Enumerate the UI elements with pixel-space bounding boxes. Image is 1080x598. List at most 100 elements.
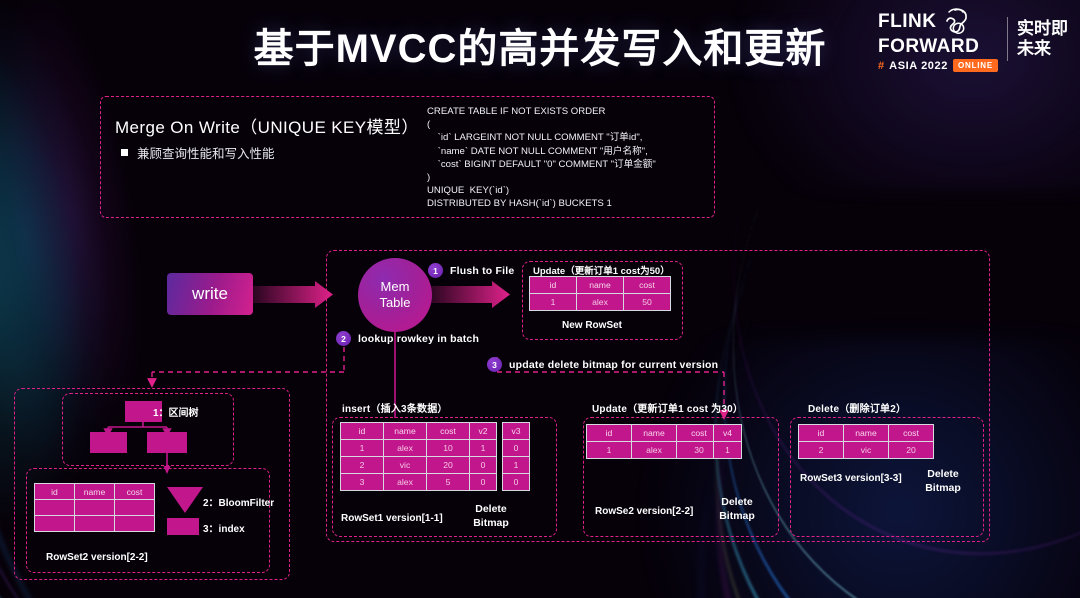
step-1-flush-to-file: 1 Flush to File [428, 263, 514, 278]
insert-block-title: insert（插入3条数据） [342, 404, 448, 415]
delete-rowset-table: id name cost 2 vic 20 [798, 424, 934, 459]
step-1-label: Flush to File [450, 264, 515, 277]
table-header-row: id name cost [529, 276, 671, 294]
merge-on-write-panel: Merge On Write（UNIQUE KEY模型） 兼顾查询性能和写入性能… [100, 96, 715, 218]
table-cell: 3 [340, 473, 384, 491]
bloom-filter-label: 2：BloomFilter [203, 498, 275, 509]
logo-event-row: # ASIA 2022 ONLINE [878, 59, 998, 72]
insert-bitmap-line2: Bitmap [473, 517, 509, 529]
table-header-cell: cost [623, 276, 671, 294]
update-rowset-caption: RowSe2 version[2-2] [595, 506, 694, 517]
bullet-square-icon [121, 149, 128, 156]
insert-bitmap-v2-body: v2 1 0 0 [469, 422, 497, 491]
table-header-cell: v2 [469, 422, 497, 440]
table-header-cell: name [631, 424, 677, 442]
logo-cn-line1: 实时即 [1017, 19, 1068, 38]
index-icon [167, 518, 199, 535]
slide-canvas: 基于MVCC的高并发写入和更新 FLINK FORWARD # ASIA 202… [0, 0, 1080, 598]
squirrel-icon [941, 6, 971, 36]
logo-event-name: ASIA 2022 [889, 59, 948, 72]
interval-tree-label: 1：区间树 [153, 408, 199, 419]
table-header-row: id name cost [340, 422, 470, 440]
step-1-badge: 1 [428, 263, 443, 278]
insert-delete-bitmap-label: Delete Bitmap [463, 502, 519, 530]
update-rowset-row: 1 alex 30 [586, 441, 722, 459]
table-cell: alex [631, 441, 677, 459]
table-header-row: id name cost [798, 424, 934, 442]
table-cell: 0 [469, 456, 497, 474]
insert-bitmap-v2-table: v2 1 0 0 [469, 422, 497, 491]
table-header-cell: name [576, 276, 624, 294]
new-rowset-row: 1 alex 50 [529, 293, 671, 311]
bitmap-row: 0 [502, 439, 530, 457]
bitmap-row: 1 [469, 439, 497, 457]
table-cell [34, 499, 75, 516]
table-cell: 1 [529, 293, 577, 311]
insert-rowset-table: id name cost 1 alex 10 2 vic 20 3 alex 5 [340, 422, 470, 491]
insert-bitmap-v3-table: v3 0 1 0 [502, 422, 530, 491]
delete-rowset-body: id name cost 2 vic 20 [798, 424, 934, 459]
table-cell [34, 515, 75, 532]
flink-forward-logo: FLINK FORWARD # ASIA 2022 ONLINE 实时即 未来 [878, 6, 1068, 72]
table-header-cell: id [529, 276, 577, 294]
table-header-cell: v3 [502, 422, 530, 440]
table-header-cell: id [34, 483, 75, 500]
table-header-row: id name cost [34, 483, 155, 500]
table-cell: 50 [623, 293, 671, 311]
merge-on-write-title: Merge On Write（UNIQUE KEY模型） [115, 118, 419, 137]
update-rowset-body: id name cost 1 alex 30 [586, 424, 722, 459]
table-cell: 0 [502, 439, 530, 457]
table-cell: alex [576, 293, 624, 311]
rowset2-row [34, 515, 155, 532]
insert-rowset-row: 1 alex 10 [340, 439, 470, 457]
step-2-badge: 2 [336, 331, 351, 346]
online-badge: ONLINE [952, 59, 998, 72]
new-rowset-caption: New RowSet [562, 320, 623, 331]
step-3-badge: 3 [487, 357, 502, 372]
table-header-row: v4 [713, 424, 742, 442]
logo-divider [1007, 17, 1008, 61]
table-cell: 0 [502, 473, 530, 491]
table-header-cell: id [340, 422, 384, 440]
merge-on-write-bullet-text: 兼顾查询性能和写入性能 [137, 147, 275, 161]
table-cell: 2 [798, 441, 844, 459]
logo-forward-text: FORWARD [878, 36, 980, 57]
table-cell: 2 [340, 456, 384, 474]
bitmap-row: 1 [713, 441, 742, 459]
table-header-cell: v4 [713, 424, 742, 442]
bitmap-row: 1 [502, 456, 530, 474]
update-bitmap-line1: Delete [721, 496, 753, 508]
delete-bitmap-line2: Bitmap [925, 482, 961, 494]
mem-table-line1: Mem [380, 279, 410, 294]
table-cell: 5 [426, 473, 470, 491]
merge-on-write-bullet: 兼顾查询性能和写入性能 [121, 143, 275, 162]
table-header-cell: name [383, 422, 427, 440]
interval-tree-left-node [90, 432, 127, 453]
rowset2-row [34, 499, 155, 516]
update-bitmap-line2: Bitmap [719, 510, 755, 522]
delete-delete-bitmap-label: Delete Bitmap [915, 467, 971, 495]
write-node: write [167, 273, 253, 315]
logo-cn-line2: 未来 [1017, 39, 1051, 58]
table-header-row: v3 [502, 422, 530, 440]
step-2-label: lookup rowkey in batch [358, 332, 480, 345]
logo-row-1: FLINK [878, 6, 971, 36]
new-rowset-title: Update（更新订单1 cost为50） [533, 266, 670, 277]
delete-rowset-row: 2 vic 20 [798, 441, 934, 459]
step-2-lookup-rowkey: 2 lookup rowkey in batch [336, 331, 479, 346]
delete-bitmap-line1: Delete [927, 468, 959, 480]
bitmap-row: 0 [502, 473, 530, 491]
bitmap-row: 0 [469, 456, 497, 474]
interval-tree-right-node [147, 432, 187, 453]
insert-rowset-row: 3 alex 5 [340, 473, 470, 491]
logo-flink-text: FLINK [878, 10, 937, 32]
delete-block-title: Delete（删除订单2） [808, 404, 907, 415]
update-delete-bitmap-label: Delete Bitmap [709, 495, 765, 523]
hash-icon: # [878, 59, 885, 72]
table-header-cell: id [798, 424, 844, 442]
table-cell: 20 [426, 456, 470, 474]
table-header-cell: cost [114, 483, 155, 500]
table-cell [114, 515, 155, 532]
table-cell: 20 [888, 441, 934, 459]
rowset2-caption: RowSet2 version[2-2] [46, 552, 148, 563]
